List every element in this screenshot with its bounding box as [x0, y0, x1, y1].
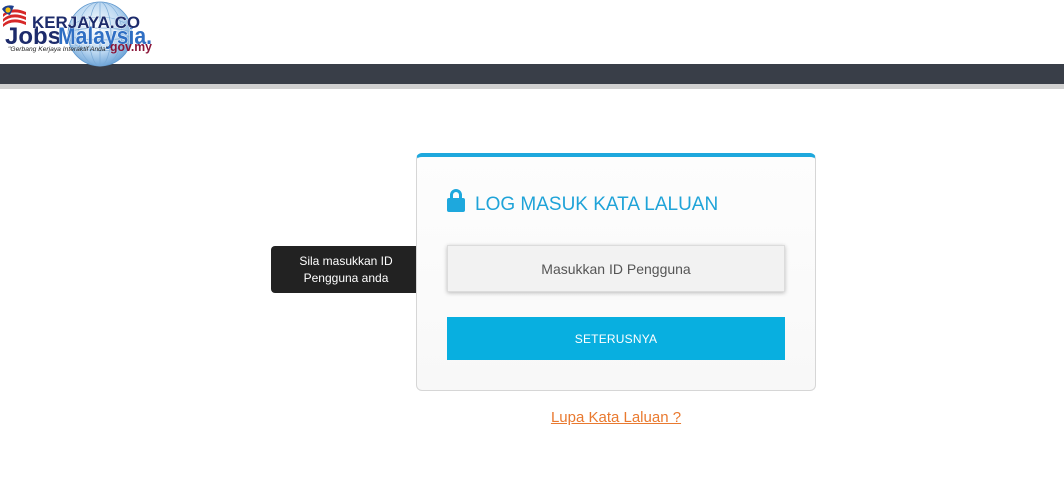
page: Jobs Malaysia. KERJAYA.CO gov.my "Gerban… — [0, 0, 1064, 480]
forgot-password-row: Lupa Kata Laluan ? — [416, 408, 816, 428]
next-button[interactable]: SETERUSNYA — [447, 317, 785, 360]
user-id-input[interactable] — [447, 245, 785, 292]
login-card: LOG MASUK KATA LALUAN SETERUSNYA — [416, 153, 816, 391]
logo-tagline: "Gerbang Kerjaya Interaktif Anda" — [8, 47, 109, 53]
header-divider — [0, 84, 1064, 89]
tooltip-text: Sila masukkan ID Pengguna anda — [299, 253, 393, 285]
help-tooltip: Sila masukkan ID Pengguna anda — [271, 246, 426, 293]
logo-graphic: Jobs Malaysia. KERJAYA.CO gov.my "Gerban… — [2, 1, 153, 67]
login-title: LOG MASUK KATA LALUAN — [475, 194, 719, 215]
logo-kerjaya-text: KERJAYA.CO — [32, 13, 140, 32]
forgot-password-link[interactable]: Lupa Kata Laluan ? — [551, 409, 681, 426]
lock-icon — [447, 188, 465, 212]
logo-domain-text: gov.my — [110, 39, 153, 54]
site-logo[interactable]: Jobs Malaysia. KERJAYA.CO gov.my "Gerban… — [0, 0, 160, 68]
